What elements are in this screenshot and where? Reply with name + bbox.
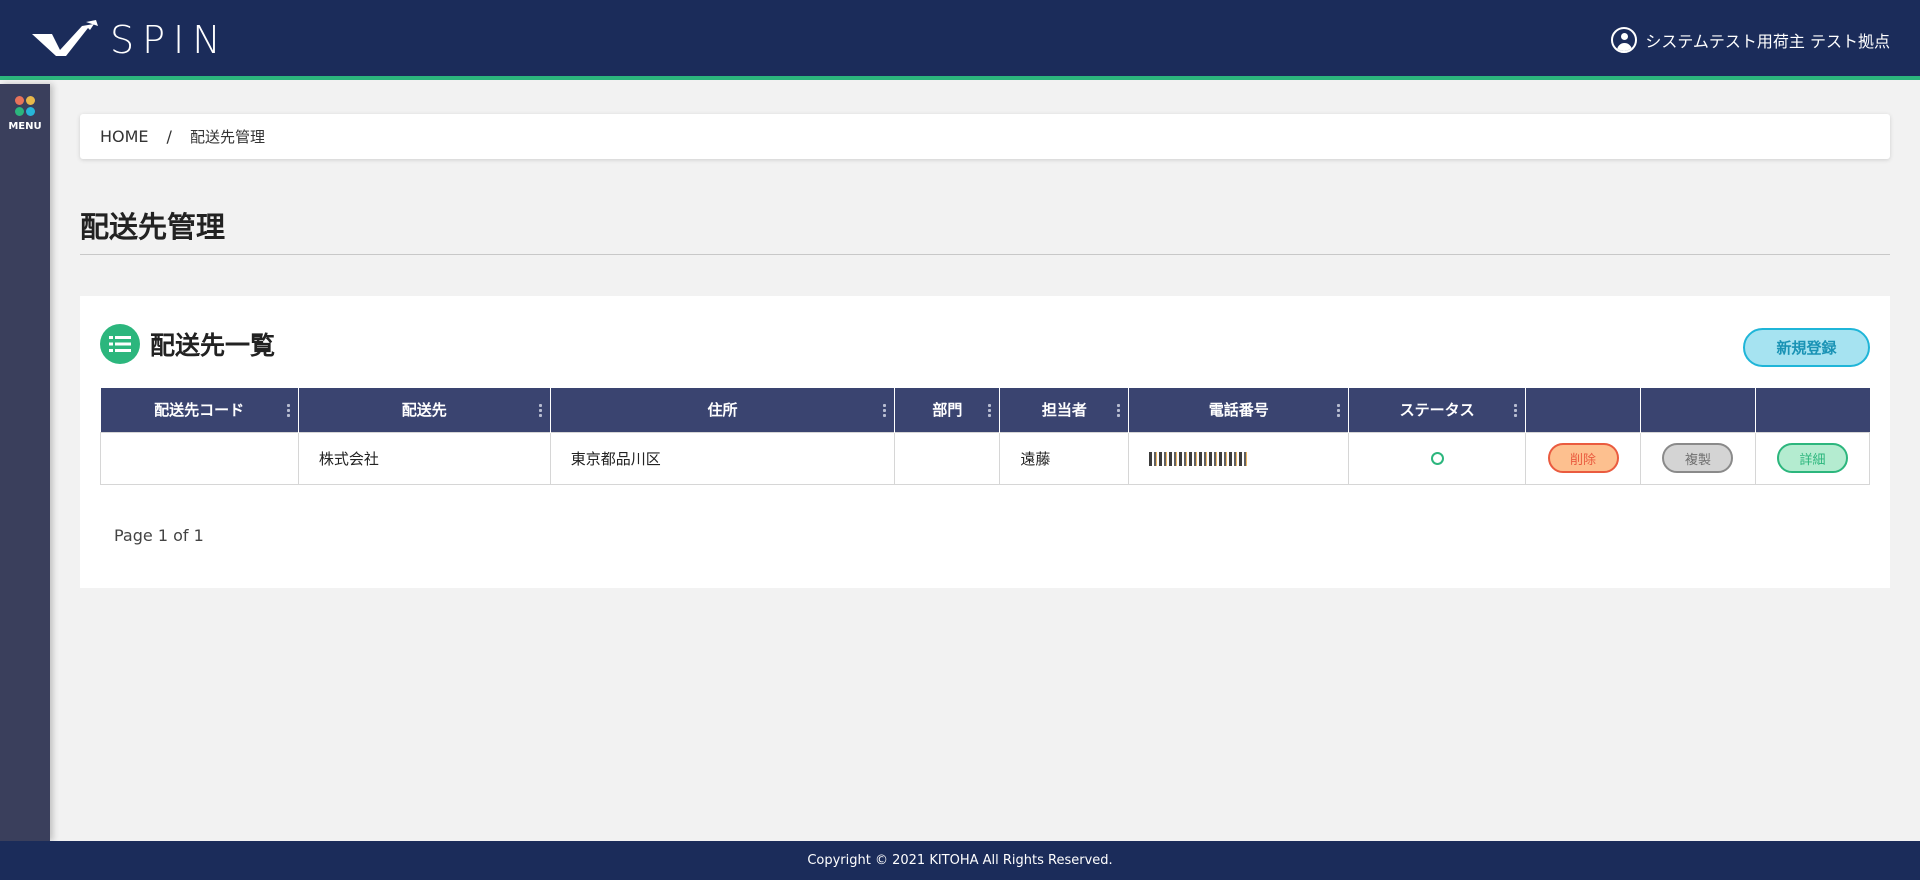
card-title: 配送先一覧: [150, 331, 276, 360]
cell-detail: 詳細: [1754, 431, 1871, 485]
cell-department: [894, 431, 1001, 485]
list-icon: [100, 324, 140, 364]
copyright-text: Copyright © 2021 KITOHA All Rights Reser…: [807, 853, 1113, 868]
cell-destination: 株式会社: [297, 431, 551, 485]
column-header-code[interactable]: 配送先コード: [100, 388, 299, 432]
column-header-delete: [1525, 388, 1641, 432]
breadcrumb-current: 配送先管理: [189, 128, 265, 146]
spin-logo[interactable]: SPIN: [30, 18, 270, 62]
column-menu-icon[interactable]: [1117, 404, 1121, 417]
user-menu[interactable]: システムテスト用荷主 テスト拠点: [1611, 27, 1890, 53]
column-menu-icon[interactable]: [538, 404, 542, 417]
cell-person: 遠藤: [999, 431, 1130, 485]
top-header: SPIN システムテスト用荷主 テスト拠点: [0, 0, 1920, 80]
breadcrumb-home-link[interactable]: HOME: [100, 127, 149, 146]
column-header-copy: [1640, 388, 1756, 432]
breadcrumb-separator: /: [166, 127, 172, 146]
column-header-address[interactable]: 住所: [550, 388, 896, 432]
status-active-icon: [1430, 452, 1444, 465]
table-header-row: 配送先コード 配送先 住所 部門 担当者 電話番号 ステータス: [100, 388, 1870, 432]
column-header-detail: [1755, 388, 1870, 432]
footer: Copyright © 2021 KITOHA All Rights Reser…: [0, 841, 1920, 880]
title-divider: [80, 254, 1890, 255]
table-row[interactable]: 株式会社 東京都品川区 遠藤 削除 複製 詳細: [100, 431, 1871, 485]
destination-table: 配送先コード 配送先 住所 部門 担当者 電話番号 ステータス 株式会社 東京都…: [100, 388, 1871, 485]
column-menu-icon[interactable]: [1337, 404, 1341, 417]
column-menu-icon[interactable]: [883, 404, 887, 417]
pagination-text: Page 1 of 1: [114, 526, 204, 545]
page-title: 配送先管理: [80, 210, 226, 244]
column-header-status[interactable]: ステータス: [1348, 388, 1527, 432]
cell-phone: [1128, 431, 1350, 485]
cell-delete: 削除: [1525, 431, 1641, 485]
menu-label: MENU: [8, 121, 42, 132]
cell-copy: 複製: [1640, 431, 1756, 485]
copy-button[interactable]: 複製: [1662, 443, 1734, 473]
new-register-button[interactable]: 新規登録: [1743, 328, 1870, 367]
column-header-department[interactable]: 部門: [894, 388, 1001, 432]
column-menu-icon[interactable]: [988, 404, 992, 417]
column-header-person[interactable]: 担当者: [999, 388, 1130, 432]
logo-text: SPIN: [110, 18, 229, 62]
detail-button[interactable]: 詳細: [1776, 443, 1848, 473]
cell-code: [100, 431, 299, 485]
user-account-icon: [1611, 27, 1638, 53]
sidebar: MENU: [0, 84, 50, 841]
menu-button[interactable]: MENU: [0, 96, 50, 140]
breadcrumb: HOME / 配送先管理: [80, 114, 1890, 159]
column-menu-icon[interactable]: [1514, 404, 1518, 417]
phone-redacted: [1149, 451, 1250, 466]
column-menu-icon[interactable]: [286, 404, 290, 417]
column-header-phone[interactable]: 電話番号: [1128, 388, 1350, 432]
cell-status: [1348, 431, 1527, 485]
menu-dots-icon: [15, 96, 35, 116]
destination-list-card: 配送先一覧 新規登録 配送先コード 配送先 住所 部門 担当者 電話番号 ステー…: [80, 296, 1890, 588]
bird-logo-icon: [32, 20, 98, 56]
cell-address: 東京都品川区: [549, 431, 896, 485]
column-header-destination[interactable]: 配送先: [298, 388, 551, 432]
card-header: 配送先一覧: [100, 324, 275, 364]
user-name: システムテスト用荷主 テスト拠点: [1645, 32, 1890, 51]
delete-button[interactable]: 削除: [1547, 443, 1619, 473]
